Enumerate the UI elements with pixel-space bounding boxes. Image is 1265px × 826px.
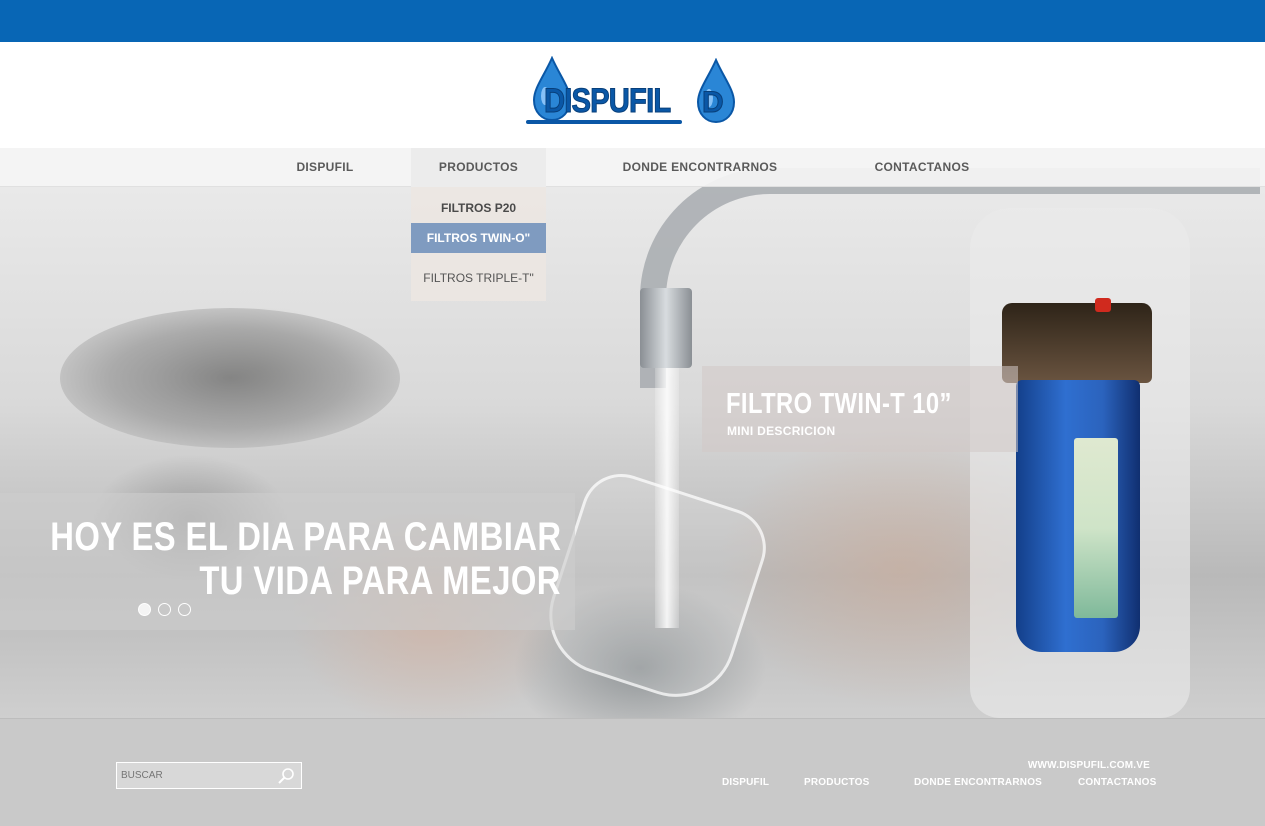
filter-knob-image [1095,298,1111,312]
logo-d-letter: D [702,86,725,120]
hero-slider [0,148,1265,718]
background-faucet-spout [640,288,692,368]
footer-link-dispufil[interactable]: DISPUFIL [722,777,769,788]
slogan-caption: HOY ES EL DIA PARA CAMBIAR TU VIDA PARA … [0,493,575,630]
header: DISPUFIL D [0,42,1265,148]
product-subtitle: MINI DESCRICION [727,424,836,438]
slogan-line-1: HOY ES EL DIA PARA CAMBIAR [49,515,561,559]
search-icon[interactable] [277,767,295,785]
dropdown-item-filtros-twin-o[interactable]: FILTROS TWIN-O" [411,223,546,253]
footer-link-donde-encontrarnos[interactable]: DONDE ENCONTRARNOS [914,777,1042,788]
background-bowl [60,308,400,448]
footer: WWW.DISPUFIL.COM.VE DISPUFIL PRODUCTOS D… [0,718,1265,826]
slogan-line-2: TU VIDA PARA MEJOR [199,559,561,603]
logo-underline [526,120,682,124]
search-input[interactable] [121,765,271,786]
nav-item-dispufil[interactable]: DISPUFIL [270,148,380,187]
product-title: FILTRO TWIN-T 10” [726,388,952,420]
logo-text: DISPUFIL [544,82,672,121]
filter-cap-image [1002,303,1152,383]
dropdown-item-filtros-p20[interactable]: FILTROS P20 [411,193,546,223]
logo[interactable]: DISPUFIL D [526,56,738,130]
footer-link-productos[interactable]: PRODUCTOS [804,777,870,788]
top-bar [0,0,1265,42]
productos-dropdown: FILTROS P20 FILTROS TWIN-O" FILTROS TRIP… [411,187,546,301]
slider-dot-1[interactable] [138,603,151,616]
footer-link-contactanos[interactable]: CONTACTANOS [1078,777,1157,788]
search-box [116,762,302,789]
nav-item-donde-encontrarnos[interactable]: DONDE ENCONTRARNOS [600,148,800,187]
dropdown-item-filtros-triple-t[interactable]: FILTROS TRIPLE-T" [411,263,546,293]
filter-label-image [1074,438,1118,618]
product-caption[interactable]: FILTRO TWIN-T 10” MINI DESCRICION [702,366,1018,452]
nav-item-productos[interactable]: PRODUCTOS [411,148,546,187]
nav-item-contactanos[interactable]: CONTACTANOS [862,148,982,187]
main-nav: DISPUFIL PRODUCTOS DONDE ENCONTRARNOS CO… [0,148,1265,187]
slider-dot-2[interactable] [158,603,171,616]
footer-url[interactable]: WWW.DISPUFIL.COM.VE [1028,760,1150,771]
slider-dot-3[interactable] [178,603,191,616]
